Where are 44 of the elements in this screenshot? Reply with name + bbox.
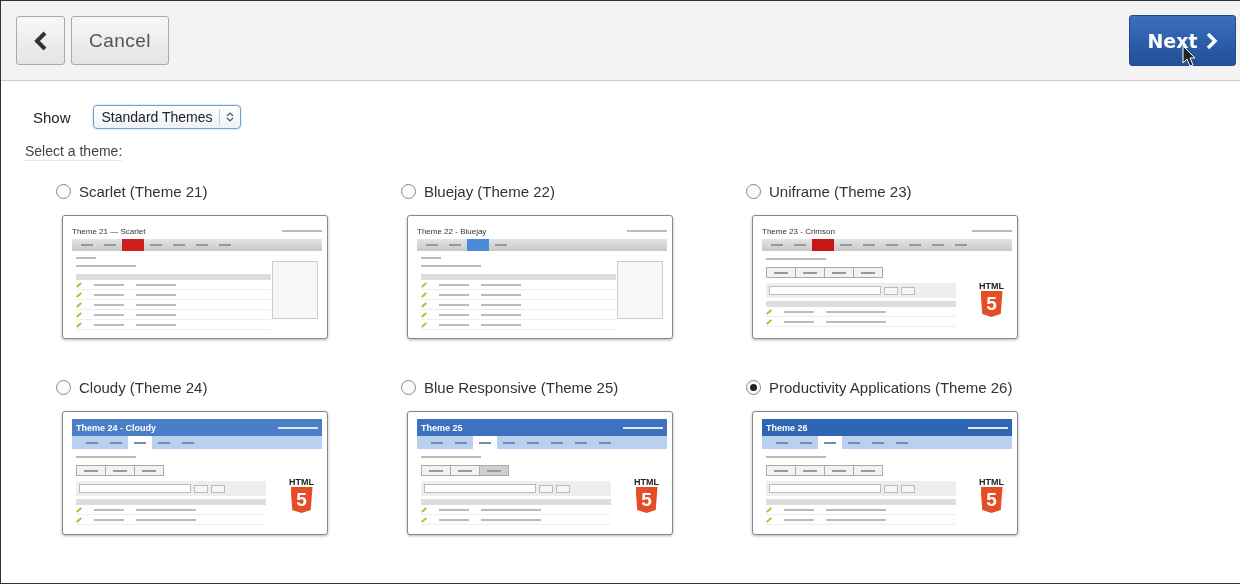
theme-preview[interactable]: Theme 21 — Scarlet	[62, 215, 328, 339]
preview-title: Theme 23 - Crimson	[762, 226, 835, 236]
theme-label: Cloudy (Theme 24)	[79, 378, 208, 396]
html5-logo-text: HTML	[979, 477, 1004, 487]
radio-button[interactable]	[56, 183, 71, 199]
preview-title: Theme 26	[766, 422, 808, 433]
blurred-text	[623, 426, 663, 429]
theme-preview[interactable]: Theme 24 - Cloudy HTML 5	[62, 411, 328, 535]
chevron-right-icon	[1205, 31, 1218, 50]
select-theme-prompt: Select a theme:	[25, 143, 123, 161]
theme-label: Scarlet (Theme 21)	[79, 182, 208, 200]
theme-preview[interactable]: Theme 26 HTML 5	[752, 411, 1018, 535]
blurred-text	[278, 426, 318, 429]
theme-label: Productivity Applications (Theme 26)	[769, 378, 1013, 396]
preview-title: Theme 25	[421, 422, 463, 433]
theme-label: Bluejay (Theme 22)	[424, 182, 555, 200]
html5-logo-text: HTML	[634, 477, 659, 487]
html5-logo-text: HTML	[289, 477, 314, 487]
html5-shield: 5	[980, 291, 1003, 317]
theme-label: Uniframe (Theme 23)	[769, 182, 912, 200]
up-down-arrows-icon	[225, 111, 234, 123]
html5-shield: 5	[980, 487, 1003, 513]
next-button[interactable]: Next	[1129, 15, 1236, 66]
radio-button[interactable]	[401, 183, 416, 199]
html5-shield: 5	[290, 487, 313, 513]
theme-preview[interactable]: Theme 22 - Bluejay	[407, 215, 673, 339]
theme-filter-select[interactable]: Standard Themes	[92, 105, 241, 129]
radio-button[interactable]	[56, 379, 71, 395]
radio-button[interactable]	[401, 379, 416, 395]
preview-title: Theme 21 — Scarlet	[72, 226, 146, 236]
blurred-text	[968, 426, 1008, 429]
theme-label: Blue Responsive (Theme 25)	[424, 378, 619, 396]
theme-preview[interactable]: Theme 25 HTML 5	[407, 411, 673, 535]
show-label: Show	[33, 108, 71, 126]
radio-button[interactable]	[746, 183, 761, 199]
preview-title: Theme 24 - Cloudy	[76, 422, 156, 433]
html5-shield: 5	[635, 487, 658, 513]
back-button[interactable]	[16, 16, 65, 65]
preview-title: Theme 22 - Bluejay	[417, 226, 487, 236]
radio-button[interactable]	[746, 379, 761, 395]
back-chevron-icon	[32, 30, 49, 51]
html5-logo-text: HTML	[979, 281, 1004, 291]
theme-preview[interactable]: Theme 23 - Crimson HTML 5	[752, 215, 1018, 339]
cancel-button[interactable]: Cancel	[71, 16, 169, 65]
